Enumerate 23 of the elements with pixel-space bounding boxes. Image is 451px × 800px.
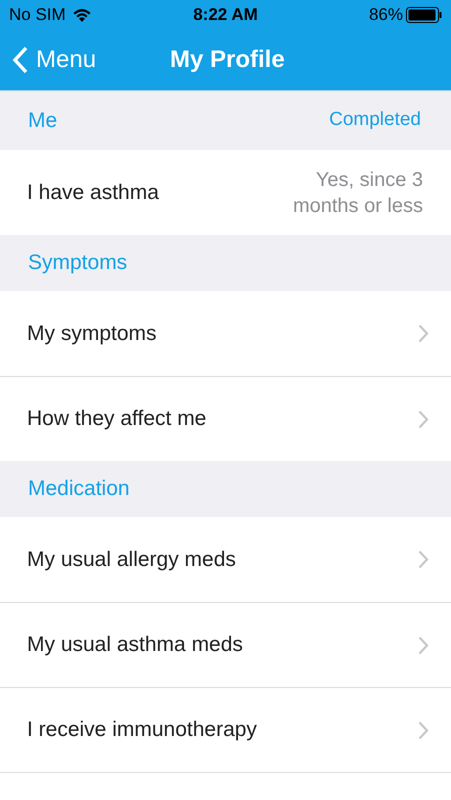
chevron-left-icon <box>12 46 28 74</box>
screen-title: My Profile <box>170 45 285 75</box>
carrier-label: No SIM <box>9 4 66 26</box>
row-label: My usual asthma meds <box>27 632 243 658</box>
section-title: Symptoms <box>28 250 128 276</box>
wifi-icon <box>72 8 92 22</box>
battery-icon <box>406 7 442 23</box>
status-label: Completed <box>329 108 422 132</box>
battery-percent: 86% <box>368 4 403 26</box>
row-label: My usual allergy meds <box>27 546 236 573</box>
row-value: Yes, since 3 months or less <box>292 168 423 218</box>
row-label: My symptoms <box>27 320 157 347</box>
clock-time: 8:22 AM <box>193 4 258 26</box>
section-title: Me <box>28 108 58 134</box>
row-label: I receive immunotherapy <box>27 717 257 744</box>
chevron-right-icon <box>418 550 429 569</box>
chevron-right-icon <box>418 410 429 428</box>
section-title: Medication <box>28 476 130 502</box>
chevron-right-icon <box>418 636 429 654</box>
chevron-right-icon <box>418 720 429 740</box>
row-label: How they affect me <box>27 406 206 432</box>
row-label: I have asthma <box>27 180 159 206</box>
chevron-right-icon <box>418 324 429 343</box>
